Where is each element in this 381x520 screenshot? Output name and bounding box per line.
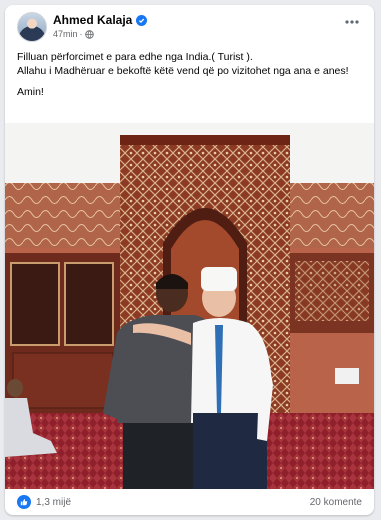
like-icon: [17, 495, 31, 509]
post-text-line: Filluan përforcimet e para edhe nga Indi…: [17, 51, 253, 63]
meta-separator: ·: [79, 29, 83, 39]
author-avatar[interactable]: [17, 12, 47, 42]
post-meta: 47min ·: [53, 29, 94, 39]
reaction-count: 1,3 mijë: [36, 496, 72, 508]
comment-count[interactable]: 20 komente: [310, 497, 362, 508]
globe-icon[interactable]: [84, 29, 94, 39]
post-text-line: Allahu i Madhëruar e bekoftë këtë vend q…: [17, 64, 349, 77]
reaction-summary[interactable]: 1,3 mijë: [17, 495, 71, 509]
author-name[interactable]: Ahmed Kalaja: [53, 13, 132, 27]
post-card: Ahmed Kalaja 47min · Filluan përforcimet…: [5, 5, 374, 515]
author-name-row: Ahmed Kalaja: [53, 13, 148, 27]
post-timestamp[interactable]: 47min: [53, 29, 78, 39]
post-text: Filluan përforcimet e para edhe nga Indi…: [17, 51, 367, 100]
post-text-line: Amin!: [17, 86, 44, 98]
post-photo[interactable]: [5, 123, 374, 489]
post-footer: 1,3 mijë 20 komente: [5, 489, 374, 515]
verified-badge-icon: [136, 14, 148, 26]
more-options-icon[interactable]: [344, 17, 360, 27]
post-header: Ahmed Kalaja 47min ·: [5, 5, 374, 45]
